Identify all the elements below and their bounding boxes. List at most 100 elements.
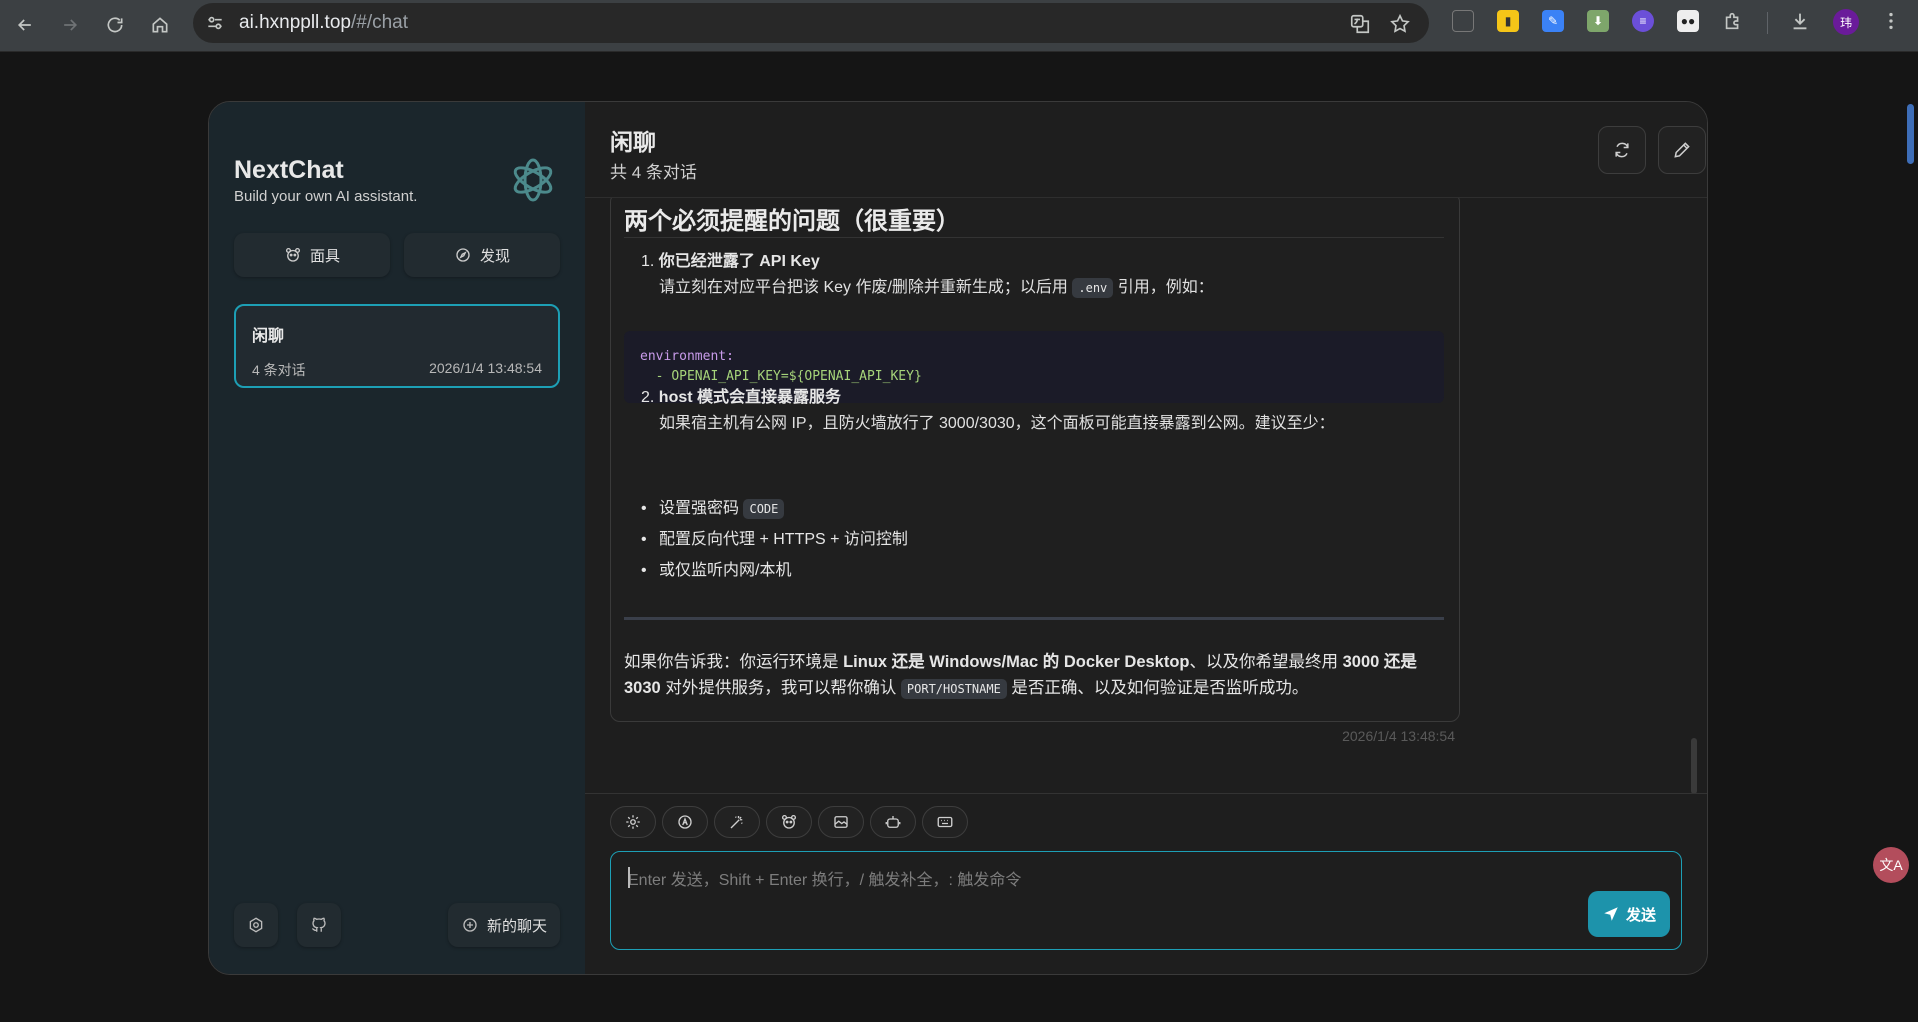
code-line-1: environment:: [640, 349, 734, 364]
chat-list-item[interactable]: 闲聊 4 条对话 2026/1/4 13:48:54: [234, 304, 560, 388]
new-chat-button[interactable]: 新的聊天: [448, 903, 560, 947]
item2-title: host 模式会直接暴露服务: [658, 389, 842, 406]
downloads-icon[interactable]: [1789, 10, 1811, 32]
image-icon: [834, 816, 848, 828]
extension-glasses-icon[interactable]: ●●: [1677, 10, 1699, 32]
code-line-2-prefix: -: [640, 369, 672, 384]
extension-yellow-icon[interactable]: ▮: [1497, 10, 1519, 32]
translate-page-icon[interactable]: [1349, 13, 1371, 35]
bookmark-star-icon[interactable]: [1389, 13, 1411, 35]
compass-icon: [456, 248, 470, 262]
discover-tab-button[interactable]: 发现: [404, 233, 560, 277]
browser-toolbar: ai.hxnppll.top/#/chat ▮ ✎ ⬇ ≡ ●● 玮: [0, 0, 1918, 52]
page-scrollbar[interactable]: [1907, 104, 1914, 164]
chat-actions: [610, 806, 968, 838]
theme-action[interactable]: [662, 806, 708, 838]
chat-input[interactable]: [611, 852, 1681, 949]
auto-theme-icon: [678, 815, 692, 829]
mask-tab-button[interactable]: 面具: [234, 233, 390, 277]
chat-item-time: 2026/1/4 13:48:54: [429, 360, 542, 376]
assistant-message-bubble: 两个必须提醒的问题（很重要） 1. 你已经泄露了 API Key 请立刻在对应平…: [610, 198, 1460, 722]
input-panel: 发送: [585, 793, 1707, 974]
reload-button[interactable]: [98, 8, 132, 42]
ordered-item-1: 1. 你已经泄露了 API Key 请立刻在对应平台把该 Key 作废/删除并重…: [641, 253, 1214, 298]
github-button[interactable]: [297, 903, 341, 947]
refresh-title-button[interactable]: [1598, 126, 1646, 174]
extension-circle-icon[interactable]: ≡: [1632, 10, 1654, 32]
settings-button[interactable]: [234, 903, 278, 947]
app-subtitle: Build your own AI assistant.: [234, 188, 418, 205]
message-heading: 两个必须提醒的问题（很重要）: [624, 208, 960, 235]
extension-download-icon[interactable]: ⬇: [1587, 10, 1609, 32]
openai-logo-icon: [513, 158, 553, 202]
code-line-2: OPENAI_API_KEY=${OPENAI_API_KEY}: [671, 369, 922, 384]
extension-blue-icon[interactable]: ✎: [1542, 10, 1564, 32]
list-item: 设置强密码 CODE: [641, 496, 908, 527]
send-icon: [1604, 907, 1618, 921]
add-circle-icon: [463, 918, 477, 932]
mask-icon: [285, 247, 301, 262]
discover-tab-label: 发现: [479, 247, 510, 265]
prompt-action[interactable]: [714, 806, 760, 838]
home-button[interactable]: [143, 8, 177, 42]
url-host: ai.hxnppll.top: [239, 12, 351, 33]
more-menu-icon[interactable]: [1880, 10, 1902, 32]
chat-title[interactable]: 闲聊: [610, 123, 656, 157]
keyboard-icon: [937, 816, 953, 828]
message-timestamp: 2026/1/4 13:48:54: [1342, 728, 1455, 744]
image-action[interactable]: [818, 806, 864, 838]
new-chat-label: 新的聊天: [486, 917, 547, 935]
chat-subtitle: 共 4 条对话: [610, 163, 697, 182]
chat-settings-action[interactable]: [610, 806, 656, 838]
shortcut-action[interactable]: [922, 806, 968, 838]
send-button[interactable]: 发送: [1588, 891, 1670, 937]
toolbar-divider: [1767, 12, 1768, 34]
closing-paragraph: 如果你告诉我：你运行环境是 Linux 还是 Windows/Mac 的 Doc…: [624, 653, 1417, 699]
send-label: 发送: [1625, 906, 1656, 924]
model-action[interactable]: [870, 806, 916, 838]
chat-input-box: 发送: [610, 851, 1682, 950]
ordered-item-2: 2. host 模式会直接暴露服务 如果宿主机有公网 IP，且防火墙放行了 30…: [641, 385, 1335, 437]
horizontal-rule: [624, 617, 1444, 620]
chat-header: 闲聊 共 4 条对话: [585, 102, 1707, 198]
list-item: 或仅监听内网/本机: [641, 558, 908, 589]
magic-wand-icon: [730, 816, 743, 829]
mask-face-icon: [781, 814, 797, 829]
chat-item-count: 4 条对话: [252, 362, 306, 378]
item1-desc-pre: 请立刻在对应平台把该 Key 作废/删除并重新生成；以后用: [659, 279, 1068, 296]
back-button[interactable]: [8, 8, 42, 42]
forward-button[interactable]: [53, 8, 87, 42]
heading-divider: [624, 237, 1444, 238]
item1-title: 你已经泄露了 API Key: [658, 253, 820, 270]
settings-icon: [626, 815, 640, 829]
app-title: NextChat: [234, 156, 344, 184]
reload-icon: [107, 17, 123, 33]
item2-desc: 如果宿主机有公网 IP，且防火墙放行了 3000/3030，这个面板可能直接暴露…: [659, 415, 1335, 432]
chat-main: 闲聊 共 4 条对话 两个必须提醒的问题（很重要） 1. 你已经泄露了 API …: [585, 102, 1707, 974]
home-icon: [152, 17, 168, 33]
mask-tab-label: 面具: [309, 247, 340, 265]
sidebar: NextChat Build your own AI assistant. 面具…: [209, 102, 597, 974]
github-icon: [312, 917, 326, 932]
mask-action[interactable]: [766, 806, 812, 838]
message-list: 两个必须提醒的问题（很重要） 1. 你已经泄露了 API Key 请立刻在对应平…: [585, 198, 1707, 793]
site-settings-icon[interactable]: [205, 13, 225, 33]
port-hostname-code: PORT/HOSTNAME: [900, 679, 1007, 699]
refresh-icon: [1615, 142, 1629, 158]
translate-float-icon[interactable]: 文A: [1873, 847, 1909, 883]
bullet-list: 设置强密码 CODE 配置反向代理 + HTTPS + 访问控制 或仅监听内网/…: [641, 496, 908, 589]
list-item: 配置反向代理 + HTTPS + 访问控制: [641, 527, 908, 558]
message-scrollbar[interactable]: [1691, 738, 1697, 794]
code-inline-code: CODE: [743, 499, 785, 519]
item1-desc-post: 引用，例如：: [1117, 279, 1214, 296]
arrow-right-icon: [64, 19, 78, 31]
extension-tabs-icon[interactable]: [1452, 10, 1474, 32]
env-inline-code: .env: [1072, 278, 1114, 298]
edit-button[interactable]: [1658, 126, 1706, 174]
address-bar[interactable]: ai.hxnppll.top/#/chat: [193, 3, 1429, 43]
chat-item-title: 闲聊: [252, 328, 285, 345]
robot-icon: [885, 816, 901, 828]
extensions-puzzle-icon[interactable]: [1722, 10, 1744, 32]
settings-gear-icon: [249, 917, 263, 933]
profile-avatar[interactable]: 玮: [1833, 9, 1859, 35]
